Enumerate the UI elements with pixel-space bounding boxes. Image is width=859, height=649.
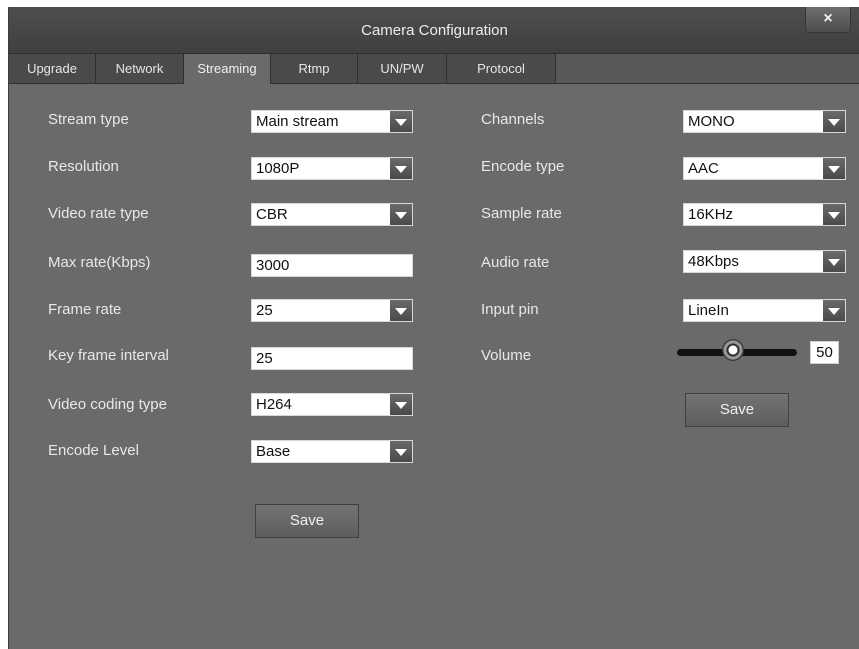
encode-level-select[interactable]: Base (251, 440, 413, 463)
chevron-down-icon[interactable] (823, 158, 845, 179)
chevron-down-icon[interactable] (390, 300, 412, 321)
video-rate-type-value: CBR (256, 206, 288, 223)
sample-rate-label: Sample rate (481, 205, 562, 222)
frame-rate-label: Frame rate (48, 301, 122, 318)
input-pin-value: LineIn (688, 302, 729, 319)
chevron-down-icon[interactable] (390, 111, 412, 132)
resolution-label: Resolution (48, 158, 119, 175)
chevron-down-icon[interactable] (823, 251, 845, 272)
video-rate-type-select[interactable]: CBR (251, 203, 413, 226)
chevron-down-icon[interactable] (823, 204, 845, 225)
chevron-down-icon[interactable] (390, 441, 412, 462)
video-rate-type-label: Video rate type (48, 205, 149, 222)
close-icon: × (823, 10, 833, 27)
key-frame-interval-value: 25 (256, 350, 273, 367)
video-coding-type-select[interactable]: H264 (251, 393, 413, 416)
encode-type-select[interactable]: AAC (683, 157, 846, 180)
input-pin-label: Input pin (481, 301, 539, 318)
tab-protocol[interactable]: Protocol (447, 54, 556, 83)
volume-slider-thumb[interactable] (722, 339, 744, 361)
frame-rate-select[interactable]: 25 (251, 299, 413, 322)
max-rate-value: 3000 (256, 257, 290, 274)
input-pin-select[interactable]: LineIn (683, 299, 846, 322)
chevron-down-icon[interactable] (390, 158, 412, 179)
title-bar: Camera Configuration × (9, 7, 859, 54)
audio-rate-value: 48Kbps (688, 253, 739, 270)
key-frame-interval-label: Key frame interval (48, 347, 169, 364)
sample-rate-value: 16KHz (688, 206, 734, 223)
audio-save-button[interactable]: Save (685, 393, 789, 427)
tab-unpw[interactable]: UN/PW (358, 54, 447, 83)
frame-rate-value: 25 (256, 302, 273, 319)
window-title: Camera Configuration (361, 22, 508, 39)
chevron-down-icon[interactable] (390, 394, 412, 415)
tab-network[interactable]: Network (96, 54, 184, 83)
audio-rate-label: Audio rate (481, 254, 550, 271)
tab-upgrade[interactable]: Upgrade (9, 54, 96, 83)
channels-select[interactable]: MONO (683, 110, 846, 133)
close-button[interactable]: × (805, 7, 851, 33)
camera-config-window: Camera Configuration × Upgrade Network S… (8, 7, 859, 649)
tab-rtmp[interactable]: Rtmp (271, 54, 358, 83)
stream-type-value: Main stream (256, 113, 339, 130)
max-rate-input[interactable]: 3000 (251, 254, 413, 277)
volume-value[interactable]: 50 (810, 341, 839, 364)
video-save-button[interactable]: Save (255, 504, 359, 538)
tab-bar: Upgrade Network Streaming Rtmp UN/PW Pro… (9, 54, 859, 84)
video-coding-type-value: H264 (256, 396, 292, 413)
stream-type-label: Stream type (48, 111, 129, 128)
chevron-down-icon[interactable] (823, 300, 845, 321)
audio-rate-select[interactable]: 48Kbps (683, 250, 846, 273)
channels-label: Channels (481, 111, 545, 128)
volume-label: Volume (481, 347, 532, 364)
video-coding-type-label: Video coding type (48, 396, 167, 413)
chevron-down-icon[interactable] (390, 204, 412, 225)
max-rate-label: Max rate(Kbps) (48, 254, 151, 271)
channels-value: MONO (688, 113, 735, 130)
sample-rate-select[interactable]: 16KHz (683, 203, 846, 226)
encode-level-value: Base (256, 443, 291, 460)
resolution-value: 1080P (256, 160, 300, 177)
encode-type-label: Encode type (481, 158, 565, 175)
chevron-down-icon[interactable] (823, 111, 845, 132)
encode-level-label: Encode Level (48, 442, 139, 459)
tab-streaming[interactable]: Streaming (184, 54, 271, 84)
resolution-select[interactable]: 1080P (251, 157, 413, 180)
key-frame-interval-input[interactable]: 25 (251, 347, 413, 370)
encode-type-value: AAC (688, 160, 719, 177)
stream-type-select[interactable]: Main stream (251, 110, 413, 133)
